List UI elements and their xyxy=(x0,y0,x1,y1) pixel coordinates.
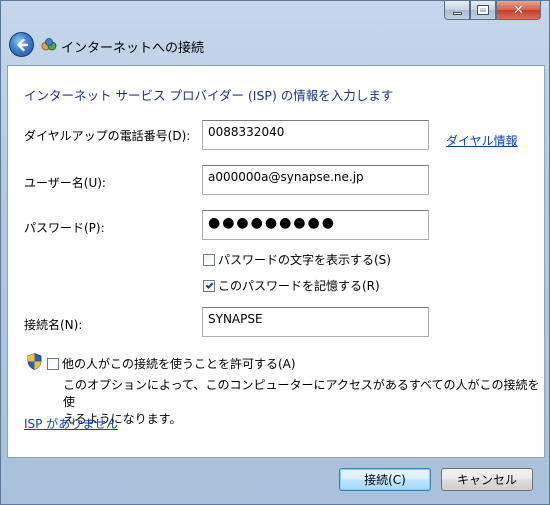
remember-password-checkbox-row[interactable]: このパスワードを記憶する(R) xyxy=(203,277,380,294)
minimize-button[interactable] xyxy=(444,1,470,20)
content-panel: インターネット サービス プロバイダー (ISP) の情報を入力します ダイヤル… xyxy=(7,65,545,458)
allow-desc-line2: えるようになります。 xyxy=(63,412,182,426)
network-icon xyxy=(41,38,57,51)
show-password-checkbox-row[interactable]: パスワードの文字を表示する(S) xyxy=(203,251,391,268)
dialog-footer: 接続(C) キャンセル xyxy=(1,459,550,505)
phone-number-input[interactable]: 0088332040 xyxy=(202,120,429,150)
password-input[interactable]: ●●●●●●●●● xyxy=(202,210,429,240)
show-password-label: パスワードの文字を表示する(S) xyxy=(218,253,391,267)
allow-others-checkbox-row[interactable]: 他の人がこの接続を使うことを許可する(A) xyxy=(47,355,296,372)
connection-name-input[interactable]: SYNAPSE xyxy=(202,307,429,337)
caption-buttons: ✕ xyxy=(444,1,541,20)
show-password-checkbox[interactable] xyxy=(203,253,215,266)
close-icon: ✕ xyxy=(513,2,524,18)
maximize-button[interactable] xyxy=(470,1,496,20)
username-label: ユーザー名(U): xyxy=(24,176,106,190)
username-input[interactable]: a000000a@synapse.ne.jp xyxy=(202,165,429,195)
cancel-button[interactable]: キャンセル xyxy=(441,468,533,491)
remember-password-checkbox[interactable] xyxy=(203,279,215,292)
maximize-icon xyxy=(477,5,489,15)
allow-others-label: 他の人がこの接続を使うことを許可する(A) xyxy=(62,357,296,371)
allow-others-description: このオプションによって、このコンピューターにアクセスがあるすべての人がこの接続を… xyxy=(63,377,543,428)
close-button[interactable]: ✕ xyxy=(496,1,541,20)
connect-button[interactable]: 接続(C) xyxy=(339,468,431,491)
phone-label: ダイヤルアップの電話番号(D): xyxy=(24,129,191,143)
password-label: パスワード(P): xyxy=(24,221,105,235)
back-arrow-icon xyxy=(16,38,28,51)
connection-name-label: 接続名(N): xyxy=(24,318,83,332)
dialog-window: ✕ インターネットへの接続 インターネット サービス プロバイダー (ISP) … xyxy=(0,0,550,505)
dial-info-link[interactable]: ダイヤル情報 xyxy=(446,132,518,149)
back-button[interactable] xyxy=(9,32,34,57)
uac-shield-icon xyxy=(27,353,42,370)
minimize-icon xyxy=(452,11,462,15)
allow-desc-line1: このオプションによって、このコンピューターにアクセスがあるすべての人がこの接続を… xyxy=(63,378,540,409)
checkmark-icon xyxy=(205,280,213,289)
window-title: インターネットへの接続 xyxy=(61,41,205,56)
allow-others-checkbox[interactable] xyxy=(47,357,59,370)
remember-password-label: このパスワードを記憶する(R) xyxy=(218,279,380,293)
page-heading: インターネット サービス プロバイダー (ISP) の情報を入力します xyxy=(24,88,394,103)
no-isp-link[interactable]: ISP がありません xyxy=(24,415,118,432)
